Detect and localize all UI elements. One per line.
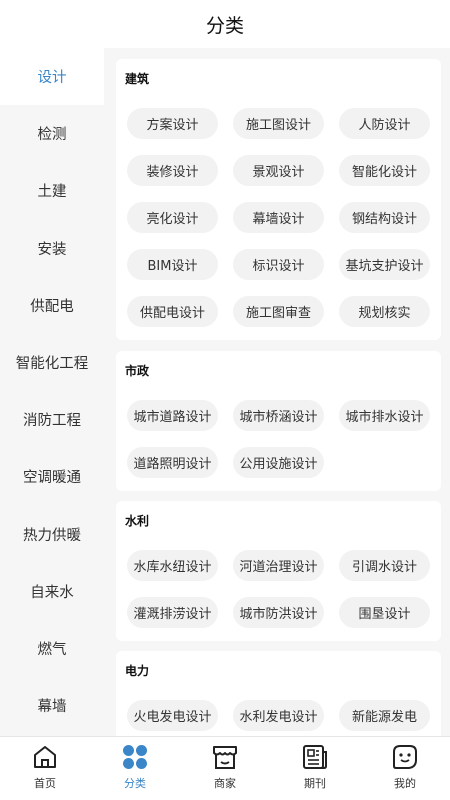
section-title: 电力 xyxy=(125,664,150,678)
category-chip[interactable]: 灌溉排涝设计 xyxy=(127,597,218,628)
category-chip[interactable]: 人防设计 xyxy=(339,108,430,139)
category-chip[interactable]: 城市道路设计 xyxy=(127,400,218,431)
sidebar-item-fire[interactable]: 消防工程 xyxy=(0,391,104,448)
category-chip[interactable]: BIM设计 xyxy=(127,249,218,280)
category-chip[interactable]: 新能源发电 xyxy=(339,700,430,731)
section-water-conservancy: 水利 水库水纽设计 河道治理设计 引调水设计 灌溉排涝设计 城市防洪设计 围垦设… xyxy=(116,501,441,641)
category-chip[interactable]: 幕墙设计 xyxy=(233,202,324,233)
category-chip[interactable]: 施工图设计 xyxy=(233,108,324,139)
category-chip[interactable]: 城市防洪设计 xyxy=(233,597,324,628)
sidebar-item-heating[interactable]: 热力供暖 xyxy=(0,506,104,563)
category-sidebar: 设计 检测 土建 安装 供配电 智能化工程 消防工程 空调暖通 热力供暖 自来水… xyxy=(0,48,104,736)
tab-label: 我的 xyxy=(394,777,416,790)
tab-merchants[interactable]: 商家 xyxy=(180,737,270,800)
tab-home[interactable]: 首页 xyxy=(0,737,90,800)
category-chip[interactable]: 火电发电设计 xyxy=(127,700,218,731)
tab-label: 商家 xyxy=(214,777,236,790)
sidebar-item-hvac[interactable]: 空调暖通 xyxy=(0,448,104,505)
sidebar-item-curtain-wall[interactable]: 幕墙 xyxy=(0,677,104,734)
section-municipal: 市政 城市道路设计 城市桥涵设计 城市排水设计 道路照明设计 公用设施设计 xyxy=(116,351,441,491)
section-title: 市政 xyxy=(125,364,150,378)
bottom-tab-bar: 首页 分类 商家 期刊 我的 xyxy=(0,736,450,800)
page-title: 分类 xyxy=(205,14,244,37)
category-chip[interactable]: 城市排水设计 xyxy=(339,400,430,431)
sidebar-item-installation[interactable]: 安装 xyxy=(0,220,104,277)
tab-label: 期刊 xyxy=(304,777,326,790)
category-content: 建筑 方案设计 施工图设计 人防设计 装修设计 景观设计 智能化设计 亮化设计 … xyxy=(104,48,450,736)
home-icon xyxy=(31,743,59,771)
section-title: 水利 xyxy=(125,514,150,528)
section-architecture: 建筑 方案设计 施工图设计 人防设计 装修设计 景观设计 智能化设计 亮化设计 … xyxy=(116,59,441,340)
tab-label: 首页 xyxy=(34,777,56,790)
page-header: 分类 xyxy=(0,0,450,48)
tab-profile[interactable]: 我的 xyxy=(360,737,450,800)
category-chip[interactable]: 水库水纽设计 xyxy=(127,550,218,581)
category-chip[interactable]: 围垦设计 xyxy=(339,597,430,628)
sidebar-item-power-supply[interactable]: 供配电 xyxy=(0,277,104,334)
category-chip[interactable]: 城市桥涵设计 xyxy=(233,400,324,431)
newspaper-icon xyxy=(301,743,329,771)
category-chip[interactable]: 亮化设计 xyxy=(127,202,218,233)
sidebar-item-testing[interactable]: 检测 xyxy=(0,105,104,162)
category-chip[interactable]: 公用设施设计 xyxy=(233,447,324,478)
category-chip[interactable]: 景观设计 xyxy=(233,155,324,186)
sidebar-item-design[interactable]: 设计 xyxy=(0,48,104,106)
category-chip[interactable]: 钢结构设计 xyxy=(339,202,430,233)
section-title: 建筑 xyxy=(125,72,150,86)
category-chip[interactable]: 水利发电设计 xyxy=(233,700,324,731)
profile-icon xyxy=(391,743,419,771)
tab-journals[interactable]: 期刊 xyxy=(270,737,360,800)
category-grid-icon xyxy=(121,743,149,771)
category-chip[interactable]: 基坑支护设计 xyxy=(339,249,430,280)
category-chip[interactable]: 装修设计 xyxy=(127,155,218,186)
sidebar-item-gas[interactable]: 燃气 xyxy=(0,620,104,677)
sidebar-item-water[interactable]: 自来水 xyxy=(0,563,104,620)
category-chip[interactable]: 河道治理设计 xyxy=(233,550,324,581)
category-chip[interactable]: 标识设计 xyxy=(233,249,324,280)
store-icon xyxy=(211,743,239,771)
tab-category[interactable]: 分类 xyxy=(90,737,180,800)
section-electric-power: 电力 火电发电设计 水利发电设计 新能源发电 xyxy=(116,651,441,736)
category-chip[interactable]: 道路照明设计 xyxy=(127,447,218,478)
sidebar-item-civil[interactable]: 土建 xyxy=(0,162,104,219)
category-chip[interactable]: 智能化设计 xyxy=(339,155,430,186)
category-chip[interactable]: 方案设计 xyxy=(127,108,218,139)
category-chip[interactable]: 规划核实 xyxy=(339,296,430,327)
category-chip[interactable]: 引调水设计 xyxy=(339,550,430,581)
category-chip[interactable]: 施工图审查 xyxy=(233,296,324,327)
tab-label: 分类 xyxy=(124,777,146,790)
category-chip[interactable]: 供配电设计 xyxy=(127,296,218,327)
sidebar-item-intelligent[interactable]: 智能化工程 xyxy=(0,334,104,391)
